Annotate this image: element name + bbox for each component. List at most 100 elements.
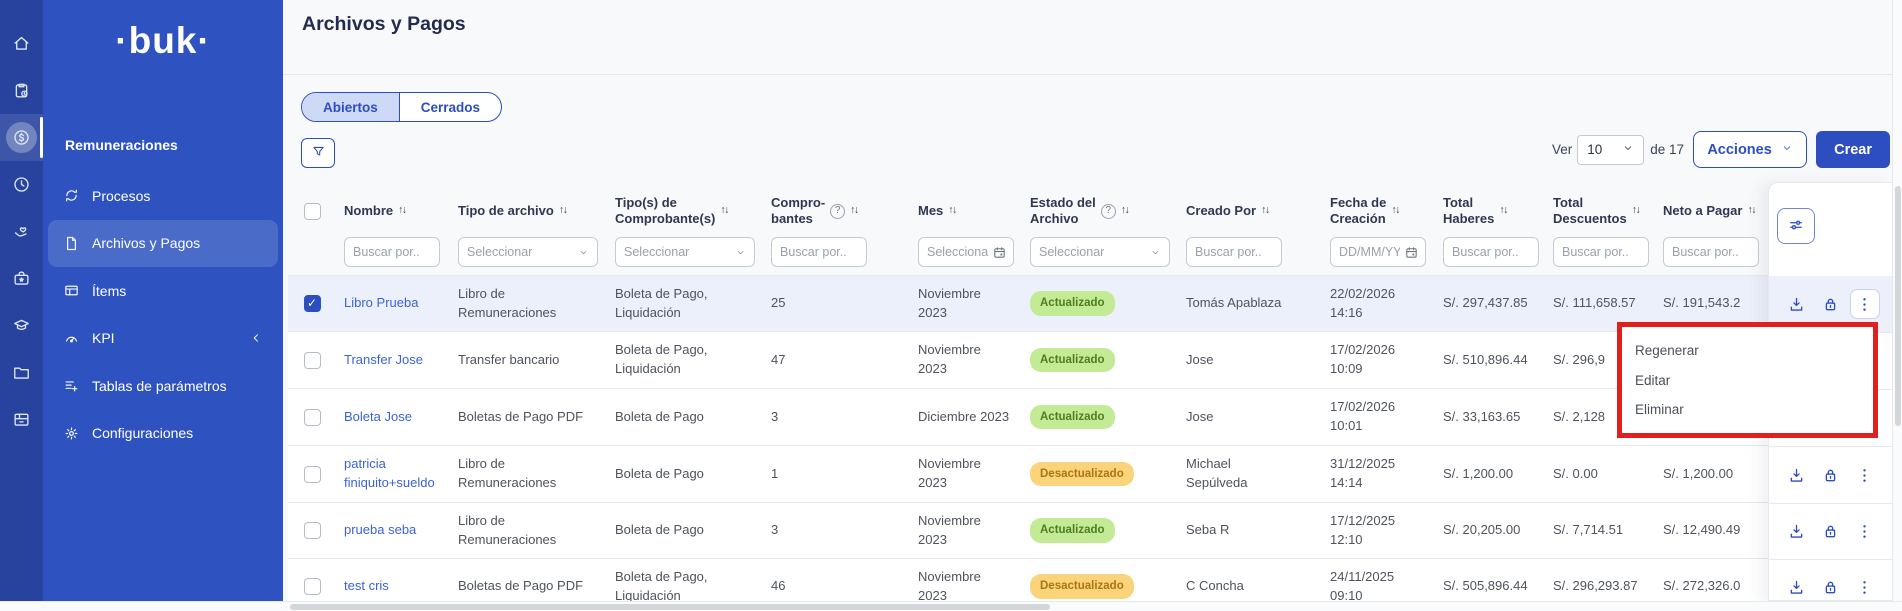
cell-mes: Diciembre 2023 [910,389,1022,445]
column-header-creadopor[interactable]: Creado Por↑↓ [1178,185,1322,237]
row-checkbox[interactable] [304,466,321,483]
sidebar-item-archivos-y-pagos[interactable]: Archivos y Pagos [48,220,278,268]
context-menu-item-regenerar[interactable]: Regenerar [1622,343,1873,358]
table-row: prueba sebaLibro de RemuneracionesBoleta… [288,502,1775,558]
file-name-link[interactable]: test cris [344,577,389,596]
file-name-link[interactable]: Boleta Jose [344,408,412,427]
company-cabinet-icon[interactable] [0,396,43,443]
sidebar-item-tablas-de-parametros[interactable]: Tablas de parámetros [48,362,278,410]
column-header-tipoarchivo[interactable]: Tipo de archivo↑↓ [450,185,607,237]
cell-tipoarchivo: Libro de Remuneraciones [450,503,607,558]
filter-mes[interactable]: Seleccionar [918,237,1014,267]
status-badge: Actualizado [1030,291,1115,316]
vertical-scrollbar[interactable] [1892,0,1902,611]
crear-button[interactable]: Crear [1816,131,1890,168]
sort-icon[interactable]: ↑↓ [1747,204,1755,217]
vertical-scrollbar-thumb[interactable] [1895,186,1901,426]
clipboard-tasks-icon[interactable] [0,67,43,114]
cell-totalhaberes: S/. 1,200.00 [1435,446,1545,502]
history-clock-icon[interactable] [0,161,43,208]
file-name-link[interactable]: Transfer Jose [344,351,423,370]
documents-folder-icon[interactable] [0,349,43,396]
download-icon[interactable] [1782,517,1812,547]
filter-estado[interactable]: Seleccionar [1030,237,1170,267]
briefcase-icon[interactable] [0,255,43,302]
lock-icon[interactable] [1816,517,1846,547]
lock-icon[interactable] [1816,573,1846,602]
filter-netoapagar[interactable] [1663,237,1759,267]
tab-cerrados[interactable]: Cerrados [400,93,501,121]
column-header-totaldescuentos[interactable]: Total Descuentos↑↓ [1545,185,1655,237]
column-header-tipocomprobantes[interactable]: Tipo(s) de Comprobante(s)↑↓ [607,185,763,237]
kebab-menu-icon[interactable] [1850,573,1880,602]
sort-icon[interactable]: ↑↓ [850,204,858,217]
row-checkbox[interactable] [304,409,321,426]
tab-abiertos[interactable]: Abiertos [302,93,400,121]
sort-icon[interactable]: ↑↓ [1632,204,1640,217]
download-icon[interactable] [1782,573,1812,602]
row-checkbox[interactable] [304,352,321,369]
sidebar-item-kpi[interactable]: KPI [48,315,278,363]
filter-totalhaberes[interactable] [1443,237,1539,267]
filter-totaldescuentos[interactable] [1553,237,1649,267]
sidebar-item-configuraciones[interactable]: Configuraciones [48,410,278,458]
column-header-nombre[interactable]: Nombre↑↓ [336,185,450,237]
sort-icon[interactable]: ↑↓ [1499,204,1507,217]
context-menu-item-eliminar[interactable]: Eliminar [1622,402,1873,417]
calendar-icon[interactable] [992,245,1007,260]
filter-button[interactable] [301,138,335,168]
page-size-select[interactable]: 10 [1577,135,1644,165]
file-name-link[interactable]: Libro Prueba [344,294,418,313]
filter-tipocomprobantes[interactable]: Seleccionar [615,237,755,267]
column-header-netoapagar[interactable]: Neto a Pagar↑↓ [1655,185,1775,237]
select-all-checkbox[interactable] [304,203,321,220]
column-header-mes[interactable]: Mes↑↓ [910,185,1022,237]
download-icon[interactable] [1782,289,1812,319]
kebab-menu-icon[interactable] [1850,517,1880,547]
file-name-link[interactable]: patricia finiquito+sueldo [344,455,435,493]
lock-icon[interactable] [1816,460,1846,490]
sort-icon[interactable]: ↑↓ [1391,204,1399,217]
context-menu-item-editar[interactable]: Editar [1622,373,1873,388]
cell-mes: Noviembre 2023 [910,503,1022,558]
filter-comprobantes[interactable] [771,237,867,267]
filter-creadopor[interactable] [1186,237,1282,267]
column-header-fechacreacion[interactable]: Fecha de Creación↑↓ [1322,185,1435,237]
filter-nombre[interactable] [344,237,440,267]
column-header-estado[interactable]: Estado del Archivo?↑↓ [1022,185,1178,237]
calendar-icon[interactable] [1404,245,1419,260]
column-settings-button[interactable] [1777,208,1815,244]
sort-icon[interactable]: ↑↓ [1261,204,1269,217]
filter-fechacreacion[interactable]: DD/MM/YYYY [1330,237,1426,267]
sidebar-item-items[interactable]: Ítems [48,267,278,315]
chevron-down-icon [1781,142,1793,158]
payroll-coin-icon[interactable] [0,114,43,161]
horizontal-scrollbar-thumb[interactable] [290,604,1050,610]
acciones-button[interactable]: Acciones [1693,131,1807,168]
benefits-hand-heart-icon[interactable] [0,208,43,255]
kebab-menu-icon[interactable] [1850,460,1880,490]
filter-tipoarchivo[interactable]: Seleccionar [458,237,598,267]
help-icon[interactable]: ? [830,204,845,219]
lock-icon[interactable] [1816,289,1846,319]
chevron-left-icon[interactable] [249,331,263,345]
row-checkbox[interactable] [304,522,321,539]
row-checkbox[interactable] [304,578,321,595]
help-icon[interactable]: ? [1101,204,1116,219]
horizontal-scrollbar[interactable] [0,601,1902,611]
chevron-down-icon [1150,247,1161,258]
download-icon[interactable] [1782,460,1812,490]
home-icon[interactable] [0,20,43,67]
sidebar-item-procesos[interactable]: Procesos [48,172,278,220]
sort-icon[interactable]: ↑↓ [720,204,728,217]
sort-icon[interactable]: ↑↓ [559,204,567,217]
file-name-link[interactable]: prueba seba [344,521,416,540]
column-header-totalhaberes[interactable]: Total Haberes↑↓ [1435,185,1545,237]
sort-icon[interactable]: ↑↓ [1121,204,1129,217]
kebab-menu-icon[interactable] [1850,289,1880,319]
row-checkbox[interactable]: ✓ [304,295,321,312]
sort-icon[interactable]: ↑↓ [948,204,956,217]
sort-icon[interactable]: ↑↓ [398,204,406,217]
education-cap-icon[interactable] [0,302,43,349]
column-header-comprobantes[interactable]: Compro- bantes?↑↓ [763,185,910,237]
